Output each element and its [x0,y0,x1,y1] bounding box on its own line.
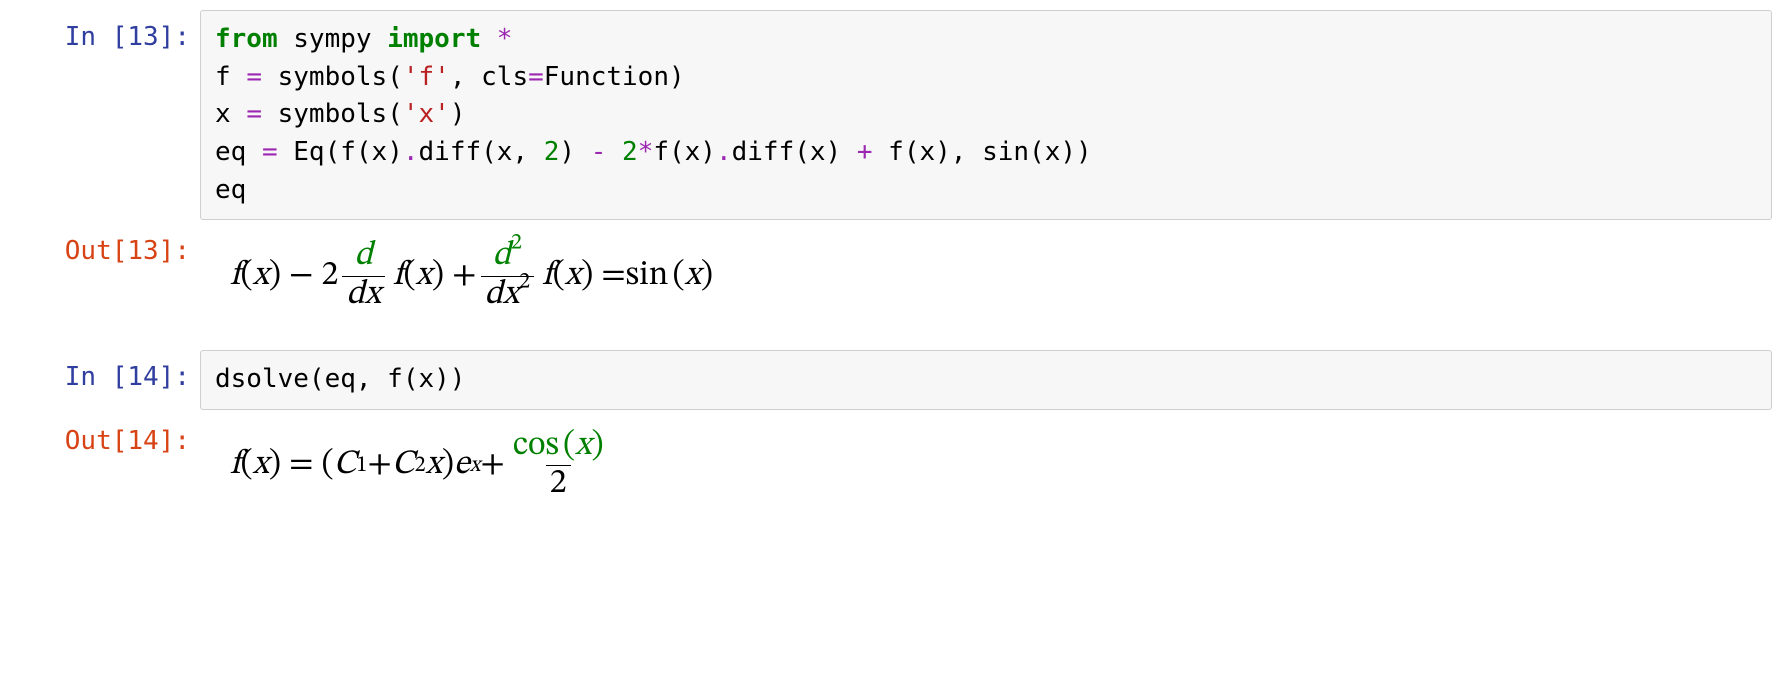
math-var: x [253,258,269,295]
math-var: x [426,447,442,484]
input-content: dsolve(eq, f(x)) [200,350,1772,410]
code-cell: In [13]: from sympy import * f = symbols… [20,10,1772,220]
math-d: d [485,278,503,312]
number: 2 [622,137,638,167]
code-text: f [215,62,246,92]
math-var: e [454,447,470,484]
math-sup: 2 [511,233,522,255]
math-paren: ( [240,258,252,295]
math-op: ) = ( [269,447,334,484]
string: 'x' [403,99,450,129]
operator: = [528,62,544,92]
keyword: import [387,24,481,54]
math-paren: ( [240,447,252,484]
math-var: f [230,258,240,295]
math-paren: ( [563,429,575,463]
code-text: symbols( [262,99,403,129]
input-prompt: In [14]: [20,350,200,401]
code-text: diff(x, [419,137,544,167]
output-content: f(x) = (C1 + C2x) ex + cos(x) 2 [200,414,1772,518]
math-paren: ( [672,258,684,295]
math-var: x [503,278,519,312]
code-text: f(x), sin(x)) [873,137,1092,167]
math-var: f [542,258,552,295]
math-paren: ) [442,447,454,484]
math-output: f(x) − 2 d dx f(x) + d2 dx2 f(x) = sin(x… [200,224,1772,328]
operator: + [857,137,873,167]
math-paren: ) [591,429,603,463]
math-paren: ) [701,258,713,295]
code-block[interactable]: from sympy import * f = symbols('f', cls… [215,21,1757,209]
input-content: from sympy import * f = symbols('f', cls… [200,10,1772,220]
code-text: Function) [544,62,685,92]
code-text: ) [450,99,466,129]
math-d: d [346,278,364,312]
math-var: x [685,258,701,295]
output-cell: Out[14]: f(x) = (C1 + C2x) ex + cos(x) 2 [20,414,1772,518]
output-prompt: Out[13]: [20,224,200,275]
operator: * [481,24,512,54]
module: sympy [278,24,388,54]
operator: * [638,137,654,167]
math-var: C [334,447,357,484]
math-paren: ( [403,258,415,295]
operator: = [262,137,278,167]
operator: . [403,137,419,167]
math-sup: 2 [519,271,530,293]
math-paren: ( [553,258,565,295]
code-text: eq [215,175,246,205]
operator: = [246,99,262,129]
number: 2 [544,137,560,167]
math-func: cos [513,429,559,463]
math-var: C [392,447,415,484]
math-output: f(x) = (C1 + C2x) ex + cos(x) 2 [200,414,1772,518]
math-op: ) − 2 [269,258,338,295]
math-fraction: d2 dx2 [481,238,535,314]
code-text: dsolve(eq, f(x)) [215,364,465,394]
math-num: 2 [550,467,567,501]
code-text [606,137,622,167]
code-text: Eq(f(x) [278,137,403,167]
math-op: + [367,447,391,484]
math-func: sin [626,258,669,295]
code-text: , cls [450,62,528,92]
output-content: f(x) − 2 d dx f(x) + d2 dx2 f(x) = sin(x… [200,224,1772,328]
code-text: ) [559,137,590,167]
math-fraction: cos(x) 2 [509,428,608,504]
code-input-area[interactable]: dsolve(eq, f(x)) [200,350,1772,410]
math-var: x [565,258,581,295]
code-text: diff(x) [732,137,857,167]
code-block[interactable]: dsolve(eq, f(x)) [215,361,1757,399]
math-op: + [480,447,504,484]
operator: . [716,137,732,167]
math-var: x [253,447,269,484]
code-text: symbols( [262,62,403,92]
code-text: x [215,99,246,129]
math-var: x [575,429,591,463]
math-var: f [230,447,240,484]
code-cell: In [14]: dsolve(eq, f(x)) [20,350,1772,410]
output-cell: Out[13]: f(x) − 2 d dx f(x) + d2 dx2 f(x… [20,224,1772,328]
keyword: from [215,24,278,54]
math-d: d [354,239,372,273]
math-var: x [365,278,381,312]
math-fraction: d dx [342,238,385,314]
math-d: d [493,239,511,273]
output-prompt: Out[14]: [20,414,200,465]
string: 'f' [403,62,450,92]
input-prompt: In [13]: [20,10,200,61]
operator: = [246,62,262,92]
math-op: ) + [432,258,477,295]
math-var: f [393,258,403,295]
code-text: f(x) [653,137,716,167]
math-op: ) = [581,258,626,295]
code-input-area[interactable]: from sympy import * f = symbols('f', cls… [200,10,1772,220]
math-var: x [416,258,432,295]
operator: - [591,137,607,167]
code-text: eq [215,137,262,167]
